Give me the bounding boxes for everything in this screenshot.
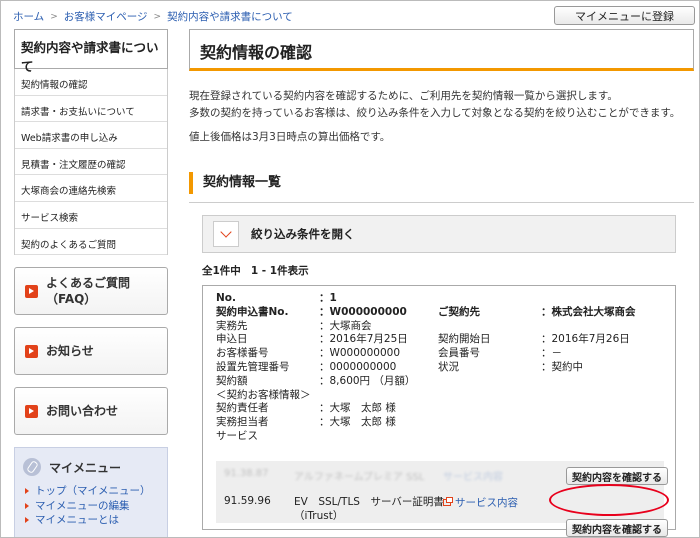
intro-text: 現在登録されている契約内容を確認するために、ご利用先を契約情報一覧から選択します… — [189, 88, 694, 146]
intro-line-1: 現在登録されている契約内容を確認するために、ご利用先を契約情報一覧から選択します… — [189, 90, 618, 102]
sidebar: 契約内容や請求書について 契約情報の確認 請求書・お支払いについて Web請求書… — [14, 29, 168, 537]
breadcrumb-current[interactable]: 契約内容や請求書について — [167, 9, 293, 24]
service-code: 91.59.96 — [224, 495, 271, 507]
price-note: 値上後価格は3月3日時点の算出価格です。 — [189, 131, 391, 143]
breadcrumb-separator-icon: > — [50, 11, 58, 22]
page-frame: ホーム > お客様マイページ > 契約内容や請求書について マイメニューに登録 … — [0, 0, 700, 538]
faq-label: よくあるご質問 — [46, 276, 131, 291]
service-detail-link[interactable]: サービス内容 — [443, 495, 518, 510]
sidebar-item-contract-info[interactable]: 契約情報の確認 — [15, 69, 167, 96]
breadcrumb: ホーム > お客様マイページ > 契約内容や請求書について — [13, 9, 293, 24]
triangle-right-icon — [25, 488, 29, 495]
result-count: 全1件中 1 - 1件表示 — [202, 263, 694, 278]
breadcrumb-mypage[interactable]: お客様マイページ — [64, 9, 148, 24]
sidebar-item-contract-faq[interactable]: 契約のよくあるご質問 — [15, 229, 167, 256]
intro-line-2: 多数の契約を持っているお客様は、絞り込み条件を入力して対象となる契約を絞り込むこ… — [189, 107, 681, 119]
filter-toggle-label: 絞り込み条件を開く — [251, 227, 355, 241]
paperclip-icon — [23, 458, 41, 477]
external-window-icon — [443, 497, 453, 506]
faq-label-sub: （FAQ） — [46, 292, 97, 307]
triangle-right-icon — [25, 502, 29, 509]
arrow-right-icon — [25, 344, 38, 358]
service-name: EV SSL/TLS サーバー証明書 （iTrust） — [294, 496, 444, 522]
confirm-contract-button[interactable]: 契約内容を確認する — [566, 467, 668, 485]
mymenu-title: マイメニュー — [49, 460, 122, 475]
breadcrumb-home[interactable]: ホーム — [13, 9, 44, 24]
confirm-contract-button-highlighted[interactable]: 契約内容を確認する — [566, 519, 668, 537]
contact-label: お問い合わせ — [46, 404, 119, 419]
section-title-contract-list: 契約情報一覧 — [189, 172, 694, 194]
count-total: 全1件中 — [202, 265, 241, 277]
triangle-right-icon — [25, 517, 29, 524]
main-content: 契約情報の確認 現在登録されている契約内容を確認するために、ご利用先を契約情報一… — [189, 29, 694, 278]
sidebar-item-service-search[interactable]: サービス検索 — [15, 202, 167, 229]
arrow-right-icon — [25, 284, 38, 298]
add-to-mymenu-button[interactable]: マイメニューに登録 — [554, 6, 695, 25]
sidebar-title: 契約内容や請求書について — [14, 29, 168, 74]
contact-box[interactable]: お問い合わせ — [14, 387, 168, 436]
news-box[interactable]: お知らせ — [14, 327, 168, 376]
sidebar-item-contact-search[interactable]: 大塚商会の連絡先検索 — [15, 175, 167, 202]
chevron-box[interactable] — [213, 221, 239, 247]
sidebar-item-quote-history[interactable]: 見積書・注文履歴の確認 — [15, 149, 167, 176]
count-range: 1 - 1件表示 — [250, 265, 309, 277]
arrow-right-icon — [25, 404, 38, 418]
page-title: 契約情報の確認 — [189, 29, 694, 71]
filter-toggle[interactable]: 絞り込み条件を開く — [202, 215, 676, 253]
section-divider — [189, 202, 694, 203]
mymenu-link-edit[interactable]: マイメニューの編集 — [23, 499, 159, 514]
sidebar-item-invoice-payment[interactable]: 請求書・お支払いについて — [15, 96, 167, 123]
faq-box[interactable]: よくあるご質問 （FAQ） — [14, 267, 168, 316]
news-label: お知らせ — [46, 344, 94, 359]
highlight-ring — [549, 484, 669, 516]
mymenu-link-about[interactable]: マイメニューとは — [23, 513, 159, 528]
sidebar-item-web-invoice[interactable]: Web請求書の申し込み — [15, 122, 167, 149]
breadcrumb-separator-icon: > — [153, 11, 162, 22]
chevron-down-icon — [220, 226, 232, 238]
sidebar-list: 契約情報の確認 請求書・お支払いについて Web請求書の申し込み 見積書・注文履… — [14, 69, 168, 256]
mymenu-box: マイメニュー トップ（マイメニュー） マイメニューの編集 マイメニューとは — [14, 447, 168, 537]
mymenu-link-top[interactable]: トップ（マイメニュー） — [23, 484, 159, 499]
